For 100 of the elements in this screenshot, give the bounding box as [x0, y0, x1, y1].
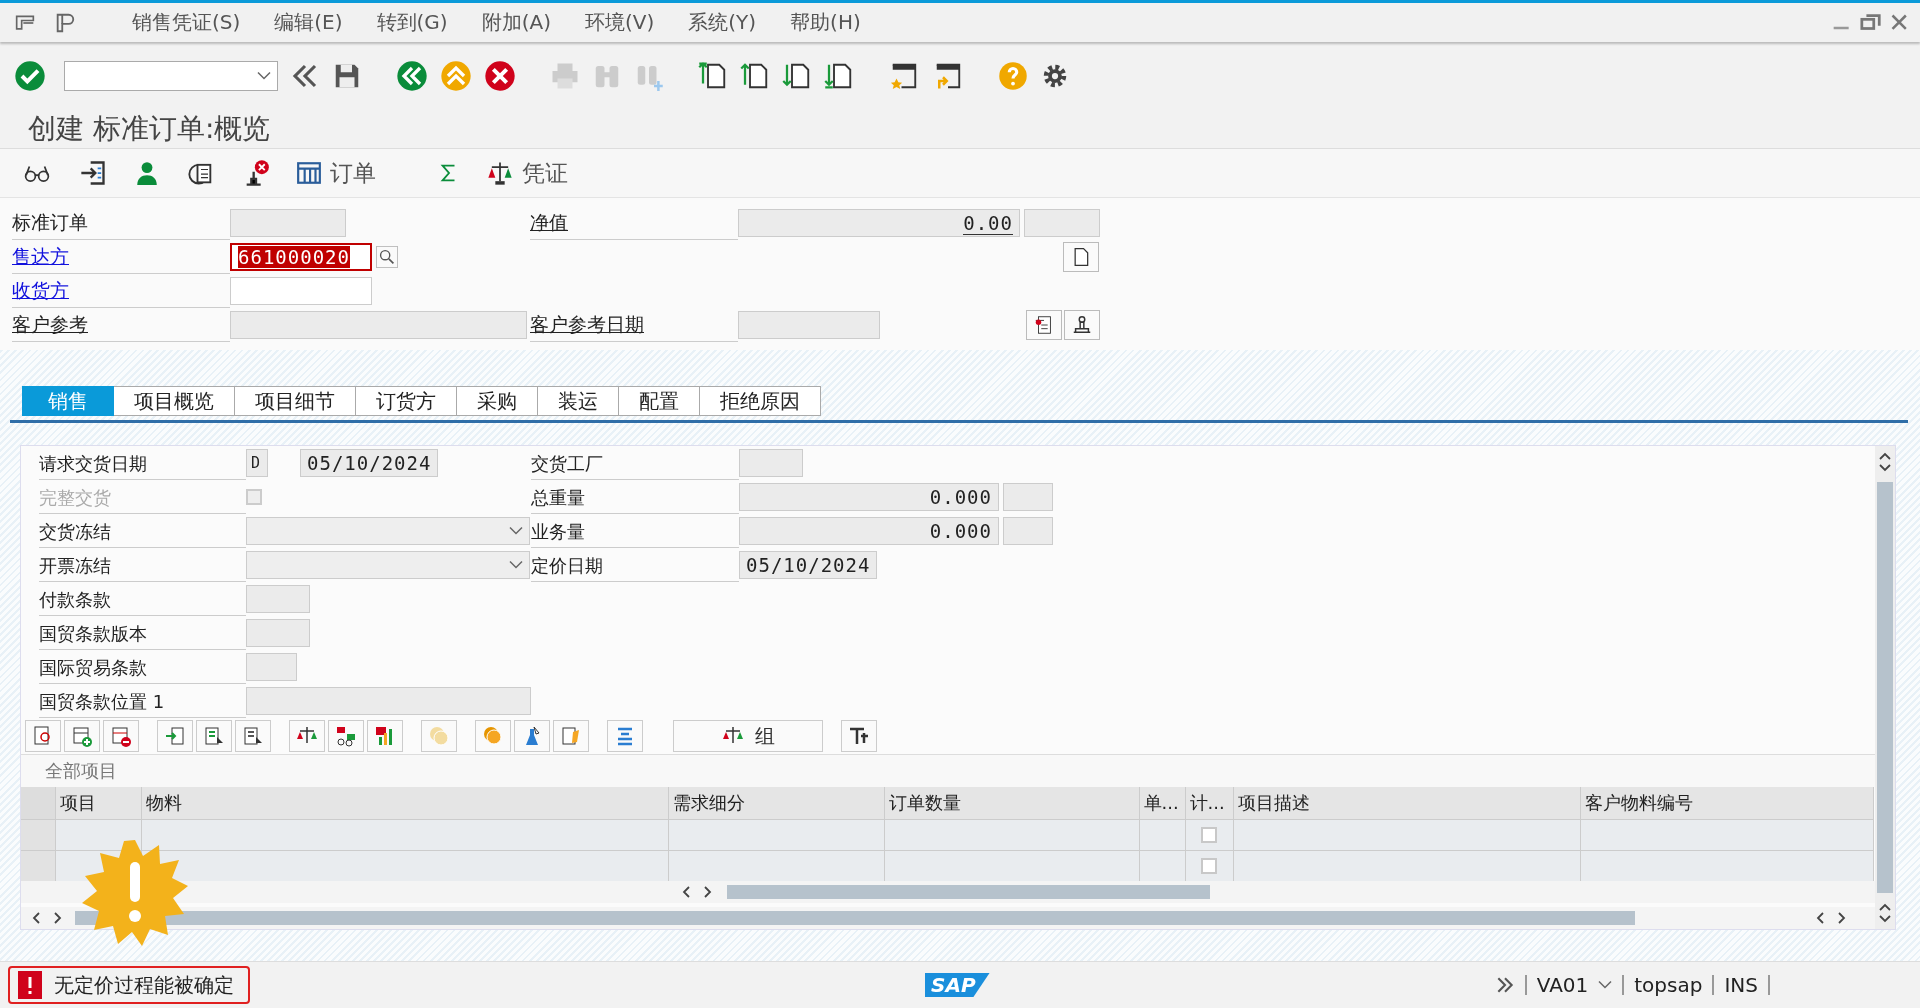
- cancel-icon[interactable]: [484, 60, 516, 92]
- input-field[interactable]: [246, 687, 531, 715]
- notes-button[interactable]: [553, 720, 589, 752]
- add-row-button[interactable]: [64, 720, 100, 752]
- search-icon[interactable]: [376, 246, 398, 268]
- last-page-icon[interactable]: [824, 61, 854, 91]
- move-in-button[interactable]: [157, 720, 193, 752]
- dropdown-field[interactable]: [246, 517, 530, 545]
- readonly-field: 0.000: [739, 517, 999, 545]
- field-label: 完整交货: [39, 480, 246, 514]
- structure-button[interactable]: [328, 720, 364, 752]
- dropdown-field[interactable]: [246, 551, 530, 579]
- delete-row-icon: [109, 724, 133, 748]
- stamp-button[interactable]: [1064, 310, 1100, 340]
- menu-item[interactable]: 转到(G): [376, 9, 448, 36]
- input-mode[interactable]: INS: [1724, 973, 1758, 997]
- chart-button[interactable]: [367, 720, 403, 752]
- tab[interactable]: 项目概览: [114, 386, 235, 416]
- person-icon[interactable]: [134, 159, 160, 187]
- input-field[interactable]: [230, 277, 372, 305]
- status-message-text: 无定价过程能被确定: [54, 971, 234, 999]
- order-button[interactable]: 订单: [296, 157, 376, 189]
- chevron-up-icon[interactable]: [1878, 901, 1892, 913]
- delete-row-button[interactable]: [103, 720, 139, 752]
- input-field[interactable]: [739, 449, 803, 477]
- chevron-left-icon[interactable]: [1815, 911, 1827, 925]
- next-page-icon[interactable]: [782, 61, 812, 91]
- column-header[interactable]: 单...: [1139, 787, 1185, 820]
- details-button[interactable]: [25, 720, 61, 752]
- column-header[interactable]: 物料: [141, 787, 668, 820]
- date-field[interactable]: 05/10/2024: [739, 551, 878, 579]
- input-field[interactable]: [246, 653, 297, 681]
- close-icon[interactable]: [1890, 12, 1910, 33]
- transaction-code[interactable]: VA01: [1536, 973, 1589, 997]
- enter-icon[interactable]: [78, 159, 108, 187]
- layout-icon[interactable]: [54, 11, 76, 34]
- group-button[interactable]: 组: [673, 720, 823, 752]
- chevron-down-icon[interactable]: [257, 71, 271, 81]
- menu-item[interactable]: 附加(A): [481, 9, 551, 36]
- menu-item[interactable]: 环境(V): [584, 9, 655, 36]
- menu-item[interactable]: 系统(Y): [688, 9, 757, 36]
- chevron-down-icon: [509, 526, 523, 536]
- chevron-left-icon[interactable]: [681, 885, 693, 899]
- checkbox[interactable]: [1201, 858, 1217, 874]
- select-all-icon: [202, 724, 226, 748]
- readonly-field: 0.00: [738, 209, 1020, 237]
- input-field[interactable]: 661000020: [230, 243, 372, 271]
- structure-icon: [334, 724, 358, 748]
- previous-page-icon[interactable]: [740, 61, 770, 91]
- column-header[interactable]: 计...: [1185, 787, 1233, 820]
- scrollbar-thumb[interactable]: [1877, 482, 1893, 893]
- column-header[interactable]: 订单数量: [884, 787, 1139, 820]
- chevron-down-icon[interactable]: [1878, 913, 1892, 925]
- scrollbar-thumb[interactable]: [727, 885, 1210, 899]
- table-icon: [296, 160, 322, 186]
- column-header[interactable]: 需求细分: [668, 787, 884, 820]
- date-type-field[interactable]: D: [246, 449, 268, 477]
- unit-field: [1003, 517, 1053, 545]
- checkbox[interactable]: [1201, 827, 1217, 843]
- input-field[interactable]: [246, 585, 310, 613]
- command-field[interactable]: [64, 61, 278, 91]
- scale-button[interactable]: [289, 720, 325, 752]
- coins-icon: [427, 724, 451, 748]
- chevron-right-icon[interactable]: [701, 885, 713, 899]
- back-icon[interactable]: [396, 60, 428, 92]
- system-name: topsap: [1634, 973, 1703, 997]
- new-document-button[interactable]: [1063, 242, 1099, 272]
- tab[interactable]: 采购: [457, 386, 538, 416]
- flask-button[interactable]: [514, 720, 550, 752]
- date-field[interactable]: 05/10/2024: [300, 449, 439, 477]
- tab[interactable]: 配置: [619, 386, 700, 416]
- deselect-icon: [241, 724, 265, 748]
- menu-item[interactable]: 销售凭证(S): [132, 9, 241, 36]
- sap-logo: SAP: [925, 973, 990, 997]
- chevron-left-icon[interactable]: [31, 911, 43, 925]
- chevron-right-icon[interactable]: [51, 911, 63, 925]
- add-row-icon: [70, 724, 94, 748]
- column-header[interactable]: 项目描述: [1233, 787, 1580, 820]
- unit-field: [1003, 483, 1053, 511]
- scrollbar-thumb[interactable]: [75, 911, 1635, 925]
- align-button[interactable]: [607, 720, 643, 752]
- tab[interactable]: 装运: [538, 386, 619, 416]
- display-document-button[interactable]: [1026, 310, 1062, 340]
- chevron-down-icon[interactable]: [1878, 462, 1892, 474]
- tab[interactable]: 拒绝原因: [700, 386, 821, 416]
- tab[interactable]: 项目细节: [235, 386, 356, 416]
- column-header[interactable]: 项目: [55, 787, 141, 820]
- document-button[interactable]: 凭证: [486, 157, 568, 189]
- chevron-up-icon[interactable]: [1878, 450, 1892, 462]
- input-field[interactable]: [246, 619, 310, 647]
- column-header[interactable]: 客户物料编号: [1580, 787, 1873, 820]
- menu-item[interactable]: 编辑(E): [274, 9, 343, 36]
- menu-item[interactable]: 帮助(H): [790, 9, 861, 36]
- first-page-icon[interactable]: [698, 61, 728, 91]
- chevron-down-icon[interactable]: [1598, 980, 1613, 990]
- deselect-button[interactable]: [235, 720, 271, 752]
- confirm-icon[interactable]: [14, 60, 46, 92]
- select-all-button[interactable]: [196, 720, 232, 752]
- chevron-right-icon[interactable]: [1835, 911, 1847, 925]
- tab[interactable]: 订货方: [356, 386, 457, 416]
